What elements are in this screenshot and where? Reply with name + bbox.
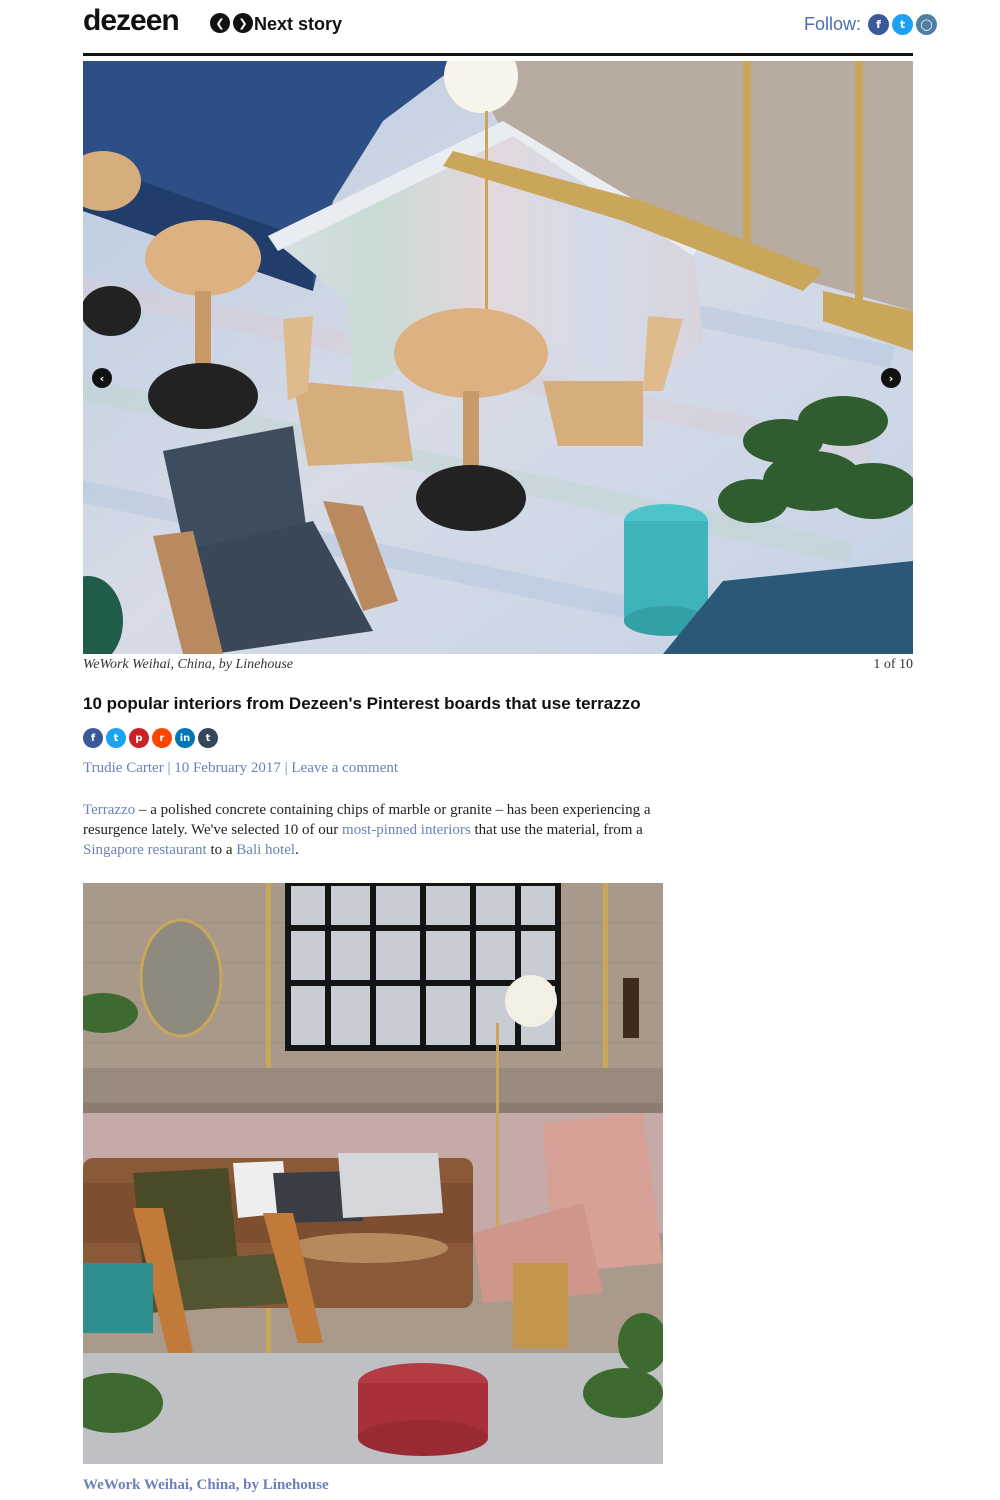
byline: Trudie Carter | 10 February 2017 | Leave… xyxy=(83,760,398,777)
article-title: 10 popular interiors from Dezeen's Pinte… xyxy=(83,694,641,713)
terrazzo-link[interactable]: Terrazzo xyxy=(83,802,135,818)
gallery-image[interactable]: ‹ › xyxy=(83,61,913,654)
facebook-icon[interactable]: f xyxy=(868,14,889,35)
linkedin-icon[interactable]: in xyxy=(175,728,195,748)
singapore-restaurant-link[interactable]: Singapore restaurant xyxy=(83,842,207,858)
twitter-icon[interactable]: t xyxy=(892,14,913,35)
gallery-caption: WeWork Weihai, China, by Linehouse xyxy=(83,657,293,672)
chevron-left-icon[interactable]: ❮ xyxy=(210,13,230,33)
follow-label: Follow: xyxy=(803,14,861,34)
article-intro: Terrazzo – a polished concrete containin… xyxy=(83,800,683,860)
article-photo-caption[interactable]: WeWork Weihai, China, by Linehouse xyxy=(83,1477,329,1494)
chevron-right-icon[interactable]: ❯ xyxy=(233,13,253,33)
pinterest-icon[interactable]: p xyxy=(129,728,149,748)
facebook-icon[interactable]: f xyxy=(83,728,103,748)
intro-text: . xyxy=(295,842,299,858)
twitter-icon[interactable]: t xyxy=(106,728,126,748)
reddit-icon[interactable]: r xyxy=(152,728,172,748)
share-bar: f t p r in t xyxy=(83,728,218,748)
follow-bar: Follow: f t ◯ xyxy=(804,14,937,35)
gallery-counter: 1 of 10 xyxy=(873,657,913,672)
bali-hotel-link[interactable]: Bali hotel xyxy=(236,842,295,858)
publish-date: 10 February 2017 xyxy=(174,760,281,776)
intro-text: to a xyxy=(206,842,237,858)
dezeen-logo[interactable]: dezeen xyxy=(83,4,180,38)
gallery-prev-button[interactable]: ‹ xyxy=(92,368,112,388)
author-link[interactable]: Trudie Carter xyxy=(83,760,164,776)
tumblr-icon[interactable]: t xyxy=(198,728,218,748)
comment-link[interactable]: Leave a comment xyxy=(291,760,398,776)
gallery-next-button[interactable]: › xyxy=(881,368,901,388)
instagram-icon[interactable]: ◯ xyxy=(916,14,937,35)
most-pinned-link[interactable]: most-pinned interiors xyxy=(342,822,471,838)
next-story-link[interactable]: Next story xyxy=(254,14,342,35)
site-header: dezeen ❮ ❯ Next story Follow: f t ◯ xyxy=(83,0,937,56)
intro-text: that use the material, from a xyxy=(470,822,643,838)
article-photo xyxy=(83,883,663,1464)
story-nav: ❮ ❯ xyxy=(210,13,253,33)
gallery-photo xyxy=(83,61,913,654)
article-photo-image xyxy=(83,883,663,1464)
gallery-caption-row: WeWork Weihai, China, by Linehouse 1 of … xyxy=(83,657,913,673)
